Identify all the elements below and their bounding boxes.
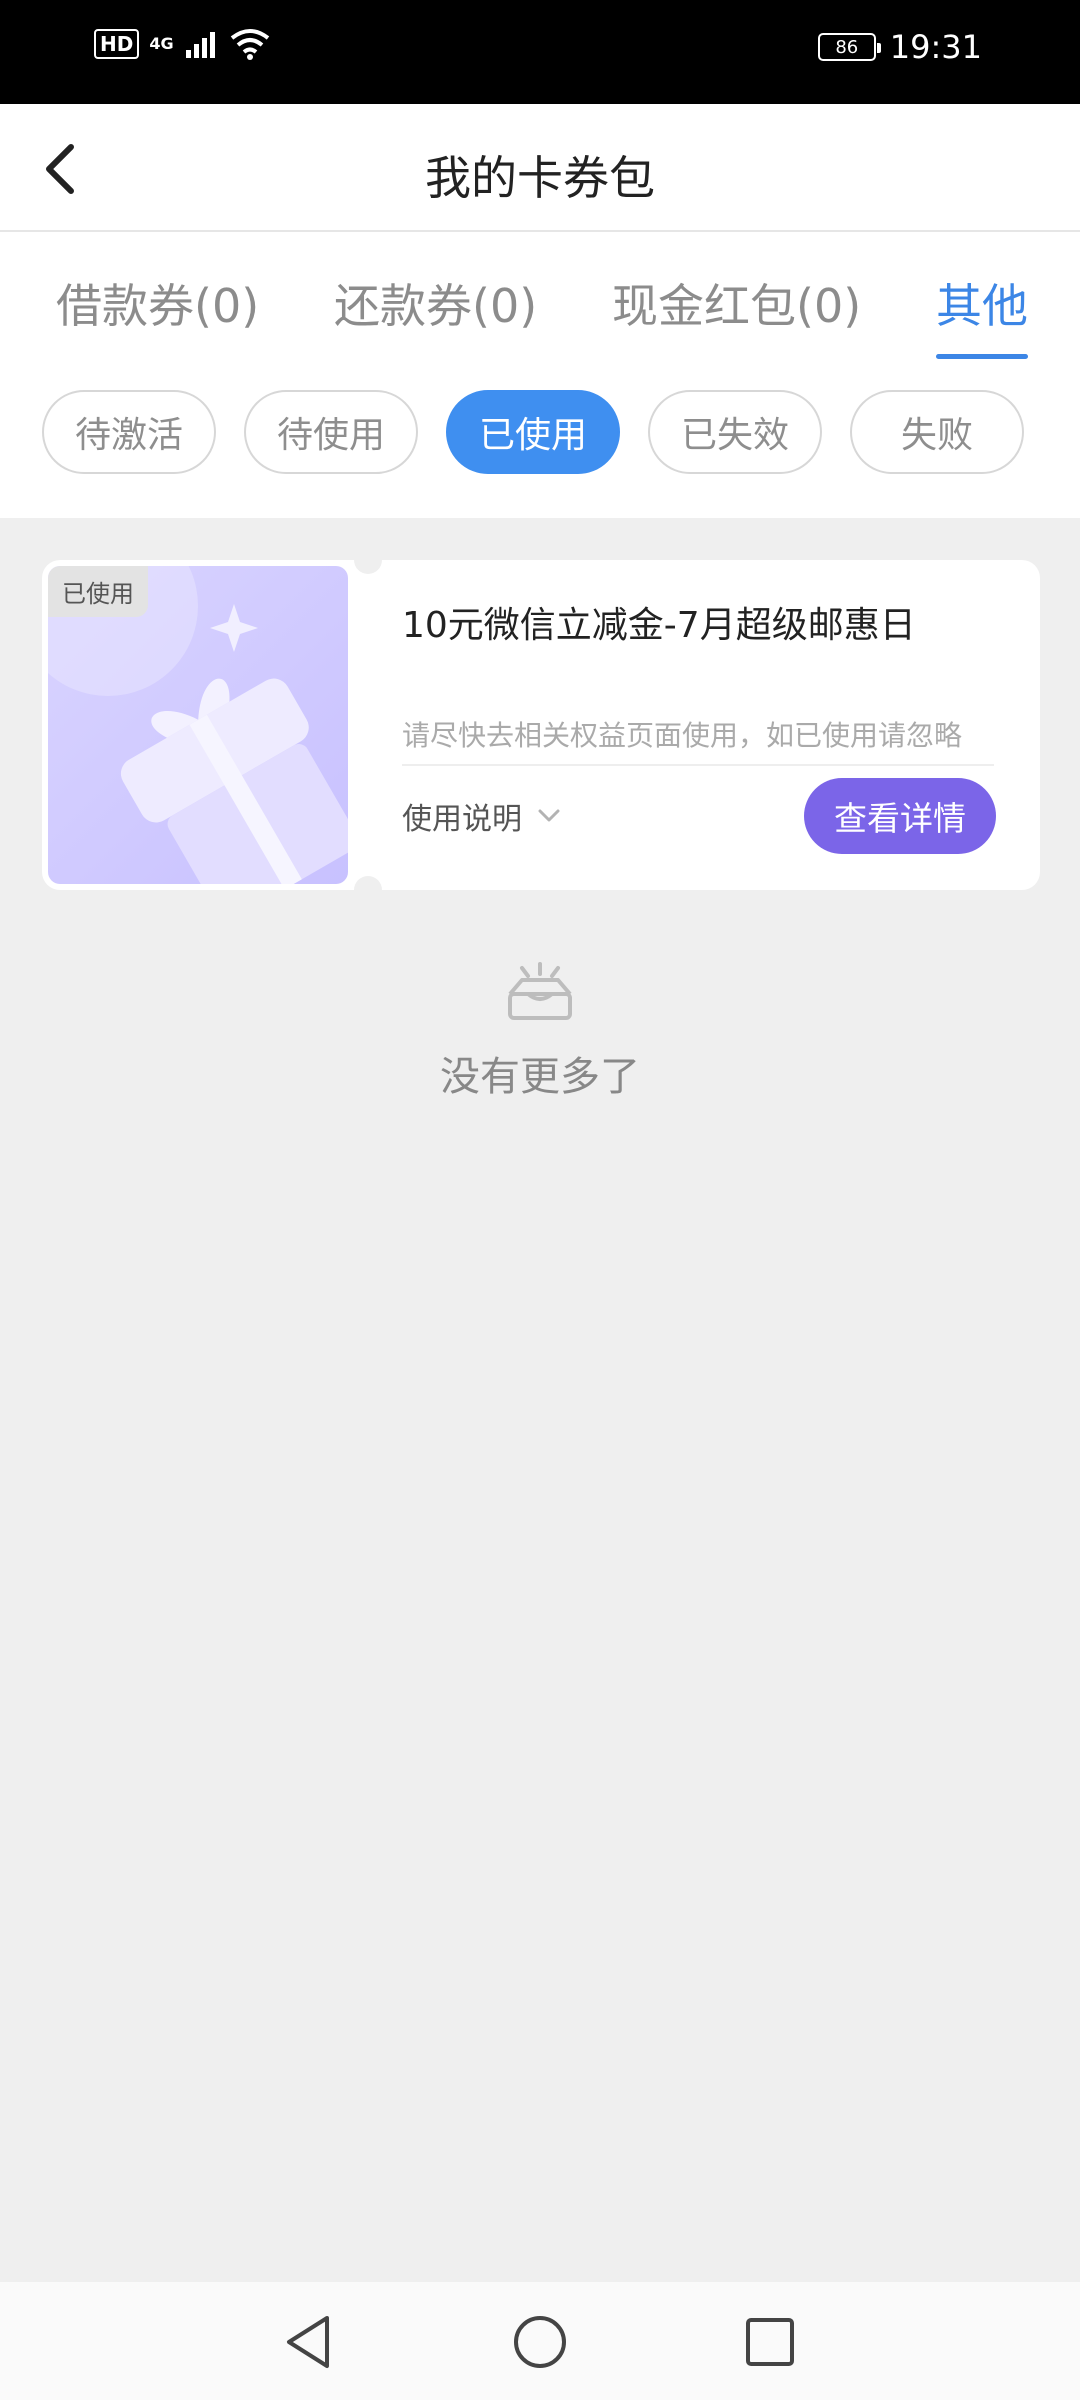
usage-instructions-label: 使用说明 (402, 802, 522, 837)
tab-cash-red-packets[interactable]: 现金红包(0) (612, 270, 861, 336)
filter-chips: 待激活 待使用 已使用 已失效 失败 (42, 390, 1024, 474)
chevron-down-icon (538, 809, 560, 822)
status-bar: HD 4G 86 19:31 (0, 0, 1080, 104)
battery-level: 86 (835, 36, 859, 58)
hd-icon: HD (94, 29, 140, 59)
triangle-back-icon (287, 2316, 329, 2368)
nav-back-button[interactable] (278, 2312, 338, 2372)
tab-bar: 借款券(0) 还款券(0) 现金红包(0) 其他 (0, 232, 1080, 362)
system-nav-bar (0, 2282, 1080, 2400)
status-right: 86 19:31 (817, 28, 982, 66)
tab-loan-coupons[interactable]: 借款券(0) (56, 270, 259, 336)
page-title: 我的卡券包 (425, 151, 655, 205)
square-recents-icon (746, 2318, 794, 2366)
nav-recents-button[interactable] (740, 2312, 800, 2372)
card-notch-top (354, 560, 382, 574)
empty-state: 没有更多了 (0, 960, 1080, 1102)
card-notch-bottom (354, 876, 382, 890)
coupon-subtitle: 请尽快去相关权益页面使用，如已使用请忽略 (402, 714, 994, 766)
coupon-title: 10元微信立减金-7月超级邮惠日 (402, 605, 916, 646)
status-left: HD 4G (94, 28, 270, 60)
filter-expired[interactable]: 已失效 (648, 390, 822, 474)
filter-pending-activation[interactable]: 待激活 (42, 390, 216, 474)
filter-failed[interactable]: 失败 (850, 390, 1024, 474)
battery-icon: 86 (817, 33, 881, 61)
view-details-button[interactable]: 查看详情 (804, 778, 996, 854)
top-app-bar: 我的卡券包 (0, 104, 1080, 232)
usage-instructions-toggle[interactable]: 使用说明 (402, 794, 560, 838)
filter-pending-use[interactable]: 待使用 (244, 390, 418, 474)
coupon-image: 已使用 (48, 566, 348, 884)
filter-used[interactable]: 已使用 (446, 390, 620, 474)
circle-home-icon (514, 2316, 566, 2368)
tab-repay-coupons[interactable]: 还款券(0) (334, 270, 537, 336)
tab-other[interactable]: 其他 (936, 270, 1028, 336)
tabs-area: 借款券(0) 还款券(0) 现金红包(0) 其他 待激活 待使用 已使用 已失效… (0, 232, 1080, 518)
coupon-card[interactable]: 已使用 10元微信立减金-7月超级邮惠日 请尽快去相关权益页面使用，如已使用请忽… (42, 560, 1040, 890)
tab-active-indicator (936, 354, 1028, 359)
network-label: 4G (149, 34, 174, 53)
signal-icon (185, 32, 215, 58)
inbox-empty-icon (508, 962, 572, 1020)
nav-home-button[interactable] (510, 2312, 570, 2372)
wifi-icon (230, 29, 269, 60)
no-more-text: 没有更多了 (440, 1054, 640, 1100)
status-time: 19:31 (889, 28, 982, 66)
coupon-status-tag: 已使用 (48, 566, 148, 617)
